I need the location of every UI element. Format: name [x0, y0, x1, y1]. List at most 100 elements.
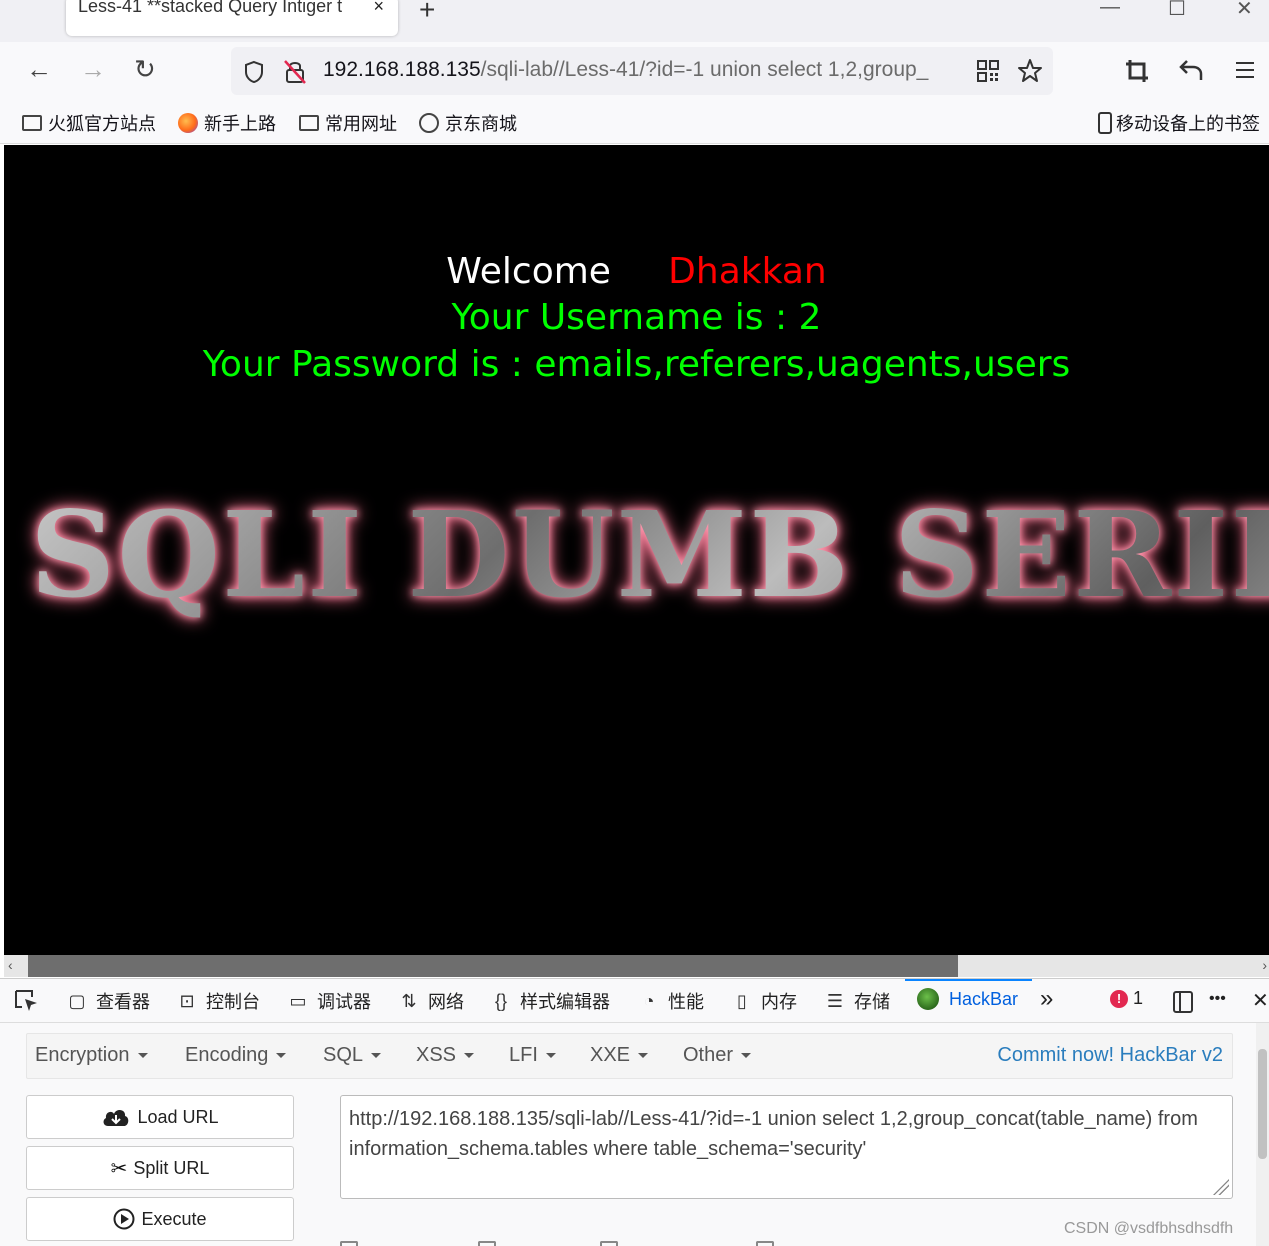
performance-icon: ◔ — [643, 990, 655, 1011]
bookmarks-toolbar: 火狐官方站点 新手上路 常用网址 京东商城 移动设备上的书签 — [0, 100, 1269, 144]
tab-performance[interactable]: ◔ 性能 — [638, 988, 704, 1014]
insecure-lock-icon[interactable] — [283, 59, 307, 85]
console-icon: ⊡ — [179, 990, 195, 1011]
options-row — [340, 1241, 1240, 1246]
memory-icon: ▯ — [737, 990, 747, 1011]
devtools-tabbar: ▢ 查看器 ⊡ 控制台 ▭ 调试器 ⇅ 网络 {} 样式编辑器 ◔ 性能 ▯ 内存 ☰ 存储 H… — [0, 979, 1269, 1023]
title-bar: Less-41 **stacked Query Intiger t × + — … — [0, 0, 1269, 42]
hackbar-menu: Encryption Encoding SQL XSS LFI XXE Othe… — [26, 1033, 1233, 1079]
caret-down-icon — [276, 1053, 287, 1059]
split-url-button[interactable]: ✂ Split URL — [26, 1146, 294, 1190]
new-tab-button[interactable]: + — [419, 0, 435, 26]
menu-lfi[interactable]: LFI — [509, 1044, 556, 1067]
devtools-panel: ▢ 查看器 ⊡ 控制台 ▭ 调试器 ⇅ 网络 {} 样式编辑器 ◔ 性能 ▯ 内存 ☰ 存储 H… — [0, 978, 1269, 1246]
qr-code-icon[interactable] — [977, 60, 999, 82]
bookmark-item[interactable]: 火狐官方站点 — [22, 110, 156, 136]
menu-encoding[interactable]: Encoding — [185, 1044, 287, 1067]
menu-xxe[interactable]: XXE — [590, 1044, 649, 1067]
maximize-button[interactable]: ☐ — [1168, 0, 1186, 21]
tab-close-icon[interactable]: × — [373, 0, 384, 17]
tab-network[interactable]: ⇅ 网络 — [398, 988, 464, 1014]
play-circle-icon — [113, 1208, 135, 1230]
checkbox[interactable] — [756, 1241, 774, 1246]
storage-icon: ☰ — [826, 990, 844, 1011]
tab-style-editor[interactable]: {} 样式编辑器 — [490, 988, 610, 1014]
inspector-icon: ▢ — [68, 990, 86, 1011]
mobile-device-icon — [1098, 112, 1112, 134]
checkbox[interactable] — [478, 1241, 496, 1246]
forward-button[interactable]: → — [80, 54, 106, 85]
password-text: Your Password is : emails,referers,uagen… — [202, 344, 1071, 385]
hackbar-icon — [917, 988, 939, 1010]
caret-down-icon — [371, 1053, 382, 1059]
shield-icon[interactable] — [243, 60, 265, 84]
tab-debugger[interactable]: ▭ 调试器 — [287, 988, 371, 1014]
bookmark-item[interactable]: 新手上路 — [178, 110, 276, 136]
scroll-left-icon[interactable]: ‹ — [8, 957, 13, 973]
commit-link[interactable]: Commit now! HackBar v2 — [997, 1044, 1223, 1067]
style-editor-icon: {} — [494, 990, 508, 1011]
url-text[interactable]: 192.168.188.135/sqli-lab//Less-41/?id=-1… — [323, 58, 963, 82]
screenshot-icon[interactable] — [1124, 58, 1150, 84]
browser-tab[interactable]: Less-41 **stacked Query Intiger t × — [66, 0, 398, 36]
debugger-icon: ▭ — [289, 990, 307, 1011]
watermark: CSDN @vsdfbhsdhsdfh — [1064, 1220, 1234, 1237]
star-icon[interactable] — [1017, 58, 1043, 84]
username-text: Your Username is : 2 — [451, 297, 822, 338]
bookmark-item[interactable]: 京东商城 — [419, 110, 517, 136]
overflow-menu-icon[interactable]: ••• — [1209, 990, 1226, 1008]
horizontal-scrollbar[interactable]: ‹ › — [4, 955, 1269, 977]
more-tools-button[interactable]: » — [1040, 985, 1053, 1013]
dock-icon[interactable] — [1172, 990, 1194, 1014]
tab-storage[interactable]: ☰ 存储 — [824, 988, 890, 1014]
checkbox[interactable] — [600, 1241, 618, 1246]
close-window-button[interactable]: ✕ — [1236, 0, 1253, 21]
welcome-line: Welcome Dhakkan — [446, 251, 827, 292]
mobile-bookmarks[interactable]: 移动设备上的书签 — [1098, 110, 1260, 136]
menu-sql[interactable]: SQL — [323, 1044, 382, 1067]
menu-xss[interactable]: XSS — [416, 1044, 475, 1067]
bookmark-item[interactable]: 常用网址 — [299, 110, 397, 136]
url-textarea[interactable]: http://192.168.188.135/sqli-lab//Less-41… — [340, 1095, 1233, 1199]
caret-down-icon — [741, 1053, 752, 1059]
error-counter[interactable]: ! 1 — [1110, 988, 1143, 1009]
cloud-download-icon — [104, 1110, 129, 1126]
close-devtools-icon[interactable]: ✕ — [1252, 988, 1269, 1013]
execute-button[interactable]: Execute — [26, 1197, 294, 1241]
load-url-button[interactable]: Load URL — [26, 1095, 294, 1139]
globe-icon — [419, 113, 439, 133]
caret-down-icon — [638, 1053, 649, 1059]
folder-icon — [299, 115, 319, 131]
url-bar[interactable]: 192.168.188.135/sqli-lab//Less-41/?id=-1… — [231, 47, 1053, 95]
scrollbar-thumb[interactable] — [28, 955, 958, 977]
scroll-right-icon[interactable]: › — [1262, 957, 1267, 973]
menu-encryption[interactable]: Encryption — [35, 1044, 148, 1067]
page-viewport: Welcome Dhakkan Your Username is : 2 You… — [4, 145, 1269, 955]
tab-inspector[interactable]: ▢ 查看器 — [66, 988, 150, 1014]
resize-grip-icon[interactable] — [1211, 1177, 1229, 1195]
sqli-banner: SQLI DUMB SERIES — [30, 485, 1269, 624]
minimize-button[interactable]: — — [1100, 0, 1120, 19]
devtools-vertical-scrollbar[interactable] — [1256, 1023, 1269, 1246]
firefox-icon — [178, 113, 198, 133]
caret-down-icon — [464, 1053, 475, 1059]
scissors-icon: ✂ — [110, 1157, 128, 1180]
caret-down-icon — [137, 1053, 148, 1059]
scrollbar-thumb[interactable] — [1258, 1049, 1267, 1159]
folder-icon — [22, 115, 42, 131]
element-picker-icon[interactable] — [14, 989, 40, 1013]
undo-icon[interactable] — [1178, 58, 1204, 82]
reload-button[interactable]: ↻ — [134, 54, 156, 85]
menu-icon[interactable] — [1234, 60, 1256, 80]
tab-memory[interactable]: ▯ 内存 — [731, 988, 797, 1014]
checkbox[interactable] — [340, 1241, 358, 1246]
back-button[interactable]: ← — [26, 54, 52, 85]
tab-hackbar[interactable]: HackBar — [917, 988, 1018, 1010]
network-icon: ⇅ — [401, 990, 417, 1011]
caret-down-icon — [545, 1053, 556, 1059]
error-icon: ! — [1110, 989, 1128, 1008]
menu-other[interactable]: Other — [683, 1044, 752, 1067]
navigation-toolbar: ← → ↻ 192.168.188.135/sqli-lab//Less-41/… — [0, 42, 1269, 100]
tab-console[interactable]: ⊡ 控制台 — [176, 988, 260, 1014]
active-tab-indicator — [905, 979, 1032, 981]
